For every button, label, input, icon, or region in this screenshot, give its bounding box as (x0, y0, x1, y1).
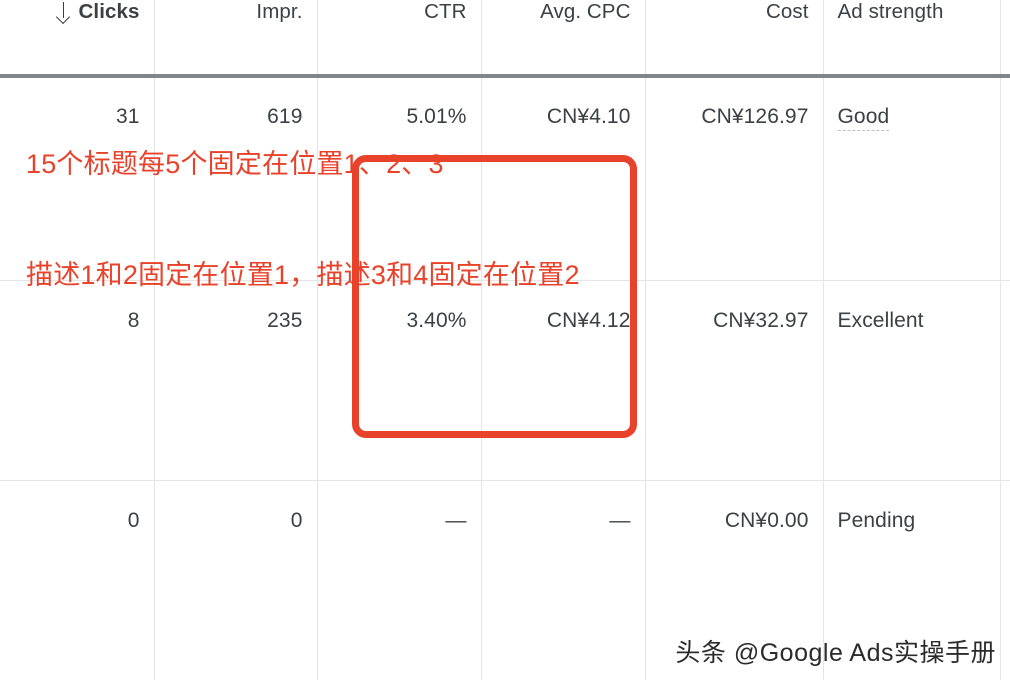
column-header-ctr[interactable]: CTR (317, 0, 482, 76)
cell-clicks: 31 (0, 76, 155, 280)
cell-ad-strength[interactable]: Good (823, 76, 1001, 280)
screenshot-root: Clicks Impr. CTR Avg. CPC Cost Ad streng… (0, 0, 1010, 682)
cell-avg-cpc: CN¥4.10 (481, 76, 646, 280)
table-row[interactable]: 31 619 5.01% CN¥4.10 CN¥126.97 Good (0, 76, 1010, 280)
cell-cost: CN¥126.97 (645, 76, 824, 280)
column-header-spacer (1000, 0, 1010, 76)
table-header: Clicks Impr. CTR Avg. CPC Cost Ad streng… (0, 0, 1010, 76)
ad-strength-value: Pending (837, 508, 916, 532)
column-header-avg-cpc[interactable]: Avg. CPC (481, 0, 646, 76)
column-header-cost[interactable]: Cost (645, 0, 824, 76)
table-body: 31 619 5.01% CN¥4.10 CN¥126.97 Good 8 23… (0, 76, 1010, 680)
cell-ctr: 3.40% (317, 280, 482, 480)
cell-cost: CN¥32.97 (645, 280, 824, 480)
cell-spacer (1000, 76, 1010, 280)
header-row: Clicks Impr. CTR Avg. CPC Cost Ad streng… (0, 0, 1010, 76)
ad-strength-value[interactable]: Good (837, 105, 890, 131)
cell-avg-cpc: CN¥4.12 (481, 280, 646, 480)
watermark-text: 头条 @Google Ads实操手册 (675, 639, 996, 667)
cell-clicks: 0 (0, 480, 155, 680)
column-header-ad-strength[interactable]: Ad strength (823, 0, 1001, 76)
metrics-table: Clicks Impr. CTR Avg. CPC Cost Ad streng… (0, 0, 1010, 680)
cell-impr: 0 (154, 480, 318, 680)
ad-strength-value: Excellent (837, 308, 924, 332)
cell-ad-strength[interactable]: Excellent (823, 280, 1001, 480)
column-header-clicks-label: Clicks (78, 0, 140, 23)
cell-ctr: 5.01% (317, 76, 482, 280)
column-header-impr[interactable]: Impr. (154, 0, 318, 76)
sort-arrow-down-icon (56, 1, 72, 23)
column-header-clicks[interactable]: Clicks (0, 0, 155, 76)
table-row[interactable]: 8 235 3.40% CN¥4.12 CN¥32.97 Excellent (0, 280, 1010, 480)
cell-ctr: — (317, 480, 482, 680)
cell-spacer (1000, 480, 1010, 680)
cell-spacer (1000, 280, 1010, 480)
cell-impr: 619 (154, 76, 318, 280)
cell-clicks: 8 (0, 280, 155, 480)
cell-avg-cpc: — (481, 480, 646, 680)
cell-impr: 235 (154, 280, 318, 480)
